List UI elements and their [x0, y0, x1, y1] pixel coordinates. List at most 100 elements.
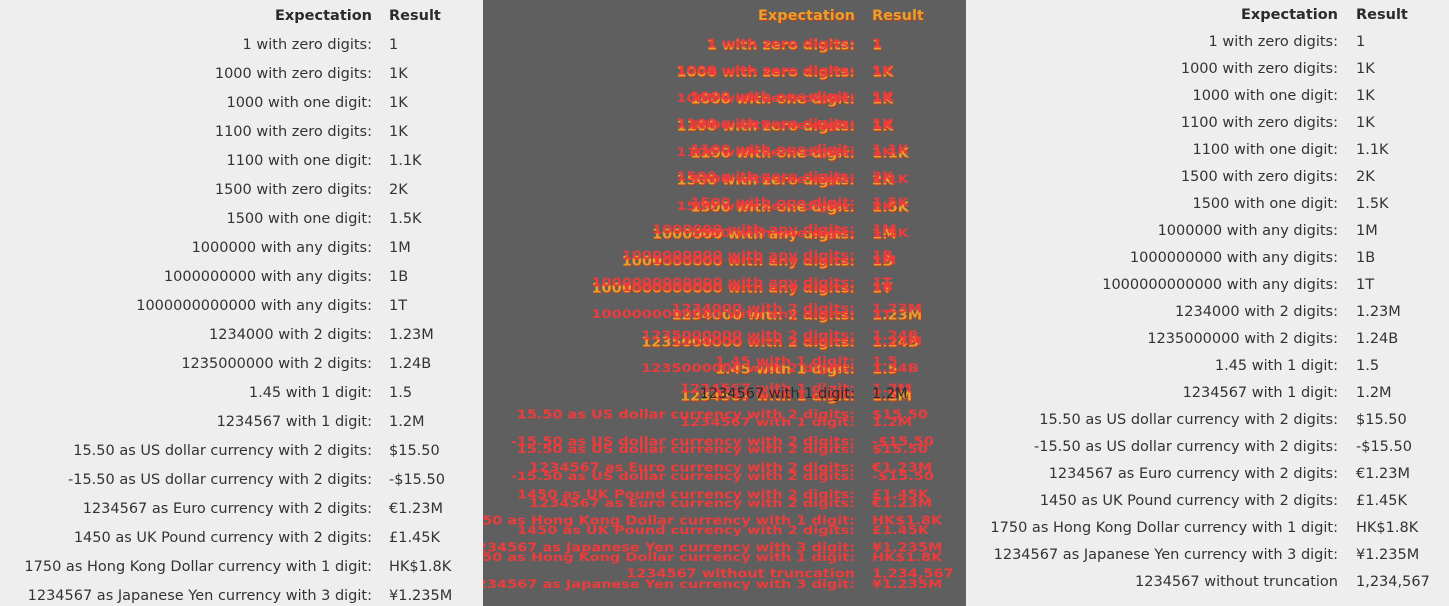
ghost-row: 1234567 with 1 digit: 1.2M: [483, 384, 966, 404]
result-value: ¥1.235M: [1356, 547, 1420, 563]
expectation-label: 1000000000000 with any digits:: [1102, 277, 1338, 293]
expectation-label: 1000000 with any digits:: [1157, 223, 1338, 239]
ghost-row: 1100 with zero digits: 1K: [483, 145, 966, 161]
result-value: 1K: [389, 124, 408, 140]
expectation-label: 1235000000 with 2 digits:: [181, 356, 372, 372]
result-value: 1T: [389, 298, 408, 314]
ghost-result: -$15.50: [872, 470, 934, 484]
table-row: 1234567 as Japanese Yen currency with 3 …: [966, 544, 1449, 566]
table-row: 1100 with one digit: 1.1K: [966, 139, 1449, 161]
table-row: 1000000000 with any digits: 1B: [0, 266, 483, 288]
result-header: Result: [389, 8, 441, 24]
expectation-label: 1000000 with any digits:: [191, 240, 372, 256]
ghost-row: 1750 as Hong Kong Dollar currency with 1…: [483, 550, 966, 566]
result-value: £1.45K: [1356, 493, 1408, 509]
result-value: 1.5K: [389, 211, 422, 227]
expectation-label: 1450 as UK Pound currency with 2 digits:: [73, 530, 372, 546]
expectation-label: 1100 with one digit:: [1192, 142, 1338, 158]
result-value: 1.1K: [1356, 142, 1389, 158]
expectation-label: 1750 as Hong Kong Dollar currency with 1…: [990, 520, 1338, 536]
header-row: Expectation Result: [966, 4, 1449, 26]
expectation-label: 1234567 with 1 digit:: [1182, 385, 1338, 401]
expectation-label: 1500 with zero digits:: [1180, 169, 1338, 185]
ghost-result: 1M: [872, 254, 897, 268]
table-row: 1000 with zero digits: 1K: [0, 63, 483, 85]
table-row: 1234000 with 2 digits: 1.23M: [966, 301, 1449, 323]
expectation-label: 1500 with one digit:: [226, 211, 372, 227]
table-row: -15.50 as US dollar currency with 2 digi…: [0, 469, 483, 491]
expectation-label: 1234567 as Japanese Yen currency with 3 …: [27, 588, 372, 604]
ghost-result: £1.45K: [872, 524, 930, 538]
table-row: 1234567 as Japanese Yen currency with 3 …: [0, 585, 483, 606]
result-value: 1.23M: [389, 327, 434, 343]
result-value: -$15.50: [389, 472, 445, 488]
ghost-row: 1500 with one digit: 1.5K: [483, 226, 966, 242]
result-value: £1.45K: [389, 530, 441, 546]
ghost-label: 1750 as Hong Kong Dollar currency with 1…: [483, 551, 855, 565]
expectation-label: 1000 with zero digits:: [1180, 61, 1338, 77]
result-value: 1.5: [389, 385, 413, 401]
ghost-result: 1K: [872, 92, 894, 106]
expectation-label: 1235000000 with 2 digits:: [1147, 331, 1338, 347]
result-value: 1.2M: [389, 414, 425, 430]
table-row: 1750 as Hong Kong Dollar currency with 1…: [966, 517, 1449, 539]
ghost-row: 1000 with one digit: 1K: [483, 118, 966, 134]
ghost-label: 1234567 with 1 digit:: [699, 386, 855, 402]
ghost-result: 1.5K: [872, 227, 909, 241]
ghost-result: ¥1.235M: [872, 578, 943, 592]
expectation-label: 1234567 without truncation: [1135, 574, 1338, 590]
ghost-label: 1 with zero digits:: [706, 37, 855, 51]
table-row: 1450 as UK Pound currency with 2 digits:…: [0, 527, 483, 549]
table-row: 1000000000 with any digits: 1B: [966, 247, 1449, 269]
expectation-label: 1000000000 with any digits:: [1129, 250, 1338, 266]
ghost-row: 1000000000000 with any digits: 1T: [483, 307, 966, 323]
result-header: Result: [1356, 7, 1408, 23]
result-value: 1.24B: [389, 356, 432, 372]
table-row: 1234567 as Euro currency with 2 digits: €…: [966, 463, 1449, 485]
table-row: 1500 with one digit: 1.5K: [0, 208, 483, 230]
ghost-label: 1100 with one digit:: [690, 173, 855, 187]
ghost-result: Result: [872, 8, 924, 24]
expectation-label: 1450 as UK Pound currency with 2 digits:: [1039, 493, 1338, 509]
ghost-result: 1.23M: [872, 335, 923, 349]
expectation-label: 1100 with one digit:: [226, 153, 372, 169]
expectation-label: 1234567 as Euro currency with 2 digits:: [1048, 466, 1338, 482]
ghost-label: 1234567 as Euro currency with 2 digits:: [529, 497, 855, 511]
ghost-row: Expectation Result: [483, 6, 966, 26]
expectation-label: 1234567 with 1 digit:: [216, 414, 372, 430]
result-value: HK$1.8K: [1356, 520, 1419, 536]
ghost-label: 1 with zero digits:: [706, 65, 855, 79]
ghost-label: 1000 with one digit:: [690, 119, 855, 133]
table-row: 1000 with one digit: 1K: [966, 85, 1449, 107]
ghost-label: 1234000 with 2 digits:: [671, 335, 855, 349]
table-row: 1500 with zero digits: 2K: [0, 179, 483, 201]
ghost-row: 1000 with zero digits: 1K: [483, 91, 966, 107]
ghost-label: 1450 as UK Pound currency with 2 digits:: [517, 524, 855, 538]
ghost-row: 1000000000 with any digits: 1B: [483, 280, 966, 296]
ghost-label: 1234567 as Japanese Yen currency with 3 …: [483, 578, 855, 592]
expectation-label: 1.45 with 1 digit:: [248, 385, 372, 401]
result-value: 1.5: [1356, 358, 1380, 374]
ghost-row: 1100 with one digit: 1.1K: [483, 172, 966, 188]
result-value: 1K: [389, 95, 408, 111]
expectation-label: 1.45 with 1 digit:: [1214, 358, 1338, 374]
expectation-label: 1 with zero digits:: [1208, 34, 1338, 50]
ghost-label: 15.50 as US dollar currency with 2 digit…: [516, 443, 855, 457]
result-value: 1B: [1356, 250, 1376, 266]
table-row: 1500 with zero digits: 2K: [966, 166, 1449, 188]
result-value: 1T: [1356, 277, 1375, 293]
ghost-row: 1000000 with any digits: 1M: [483, 253, 966, 269]
table-row: 1234567 with 1 digit: 1.2M: [966, 382, 1449, 404]
ghost-row: 1500 with zero digits: 2K: [483, 199, 966, 215]
ghost-result: €1.23M: [872, 497, 933, 511]
ghost-result: 1: [872, 37, 883, 51]
ghost-result: 1.1K: [872, 173, 909, 187]
expectation-label: 1100 with zero digits:: [214, 124, 372, 140]
result-value: 1.5K: [1356, 196, 1389, 212]
table-row: 1234000 with 2 digits: 1.23M: [0, 324, 483, 346]
result-value: ¥1.235M: [389, 588, 453, 604]
expectation-label: -15.50 as US dollar currency with 2 digi…: [1034, 439, 1338, 455]
table-row: 1.45 with 1 digit: 1.5: [0, 382, 483, 404]
expectation-label: 1500 with zero digits:: [214, 182, 372, 198]
result-value: 1K: [389, 66, 408, 82]
